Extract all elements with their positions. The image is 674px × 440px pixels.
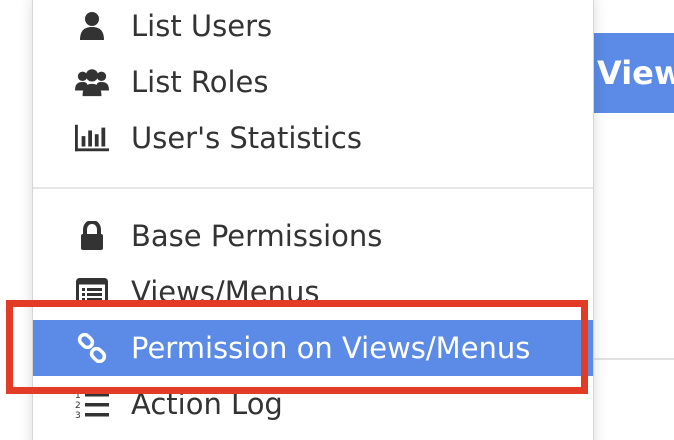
- menu-item-list-users[interactable]: List Users: [33, 0, 593, 54]
- menu-item-base-permissions[interactable]: Base Permissions: [33, 208, 593, 264]
- menu-item-label: Permission on Views/Menus: [131, 331, 531, 365]
- view-button-label: View: [597, 54, 674, 92]
- menu-item-users-statistics[interactable]: User's Statistics: [33, 110, 593, 166]
- security-dropdown-menu: List Users List Roles User's Statistics …: [32, 0, 594, 440]
- view-button[interactable]: View: [585, 33, 674, 113]
- svg-text:3: 3: [75, 411, 81, 419]
- menu-item-views-menus[interactable]: Views/Menus: [33, 264, 593, 320]
- ordered-list-icon: 1 2 3: [75, 387, 109, 421]
- user-icon: [75, 9, 109, 43]
- link-icon: [75, 331, 109, 365]
- menu-item-label: List Roles: [131, 65, 269, 99]
- svg-text:2: 2: [75, 401, 81, 411]
- menu-item-label: Action Log: [131, 387, 283, 421]
- group-icon: [75, 65, 109, 99]
- bar-chart-icon: [75, 121, 109, 155]
- menu-item-label: List Users: [131, 9, 273, 43]
- menu-item-label: Base Permissions: [131, 219, 383, 253]
- menu-item-list-roles[interactable]: List Roles: [33, 54, 593, 110]
- page: View List Users List Roles User's Statis…: [0, 0, 674, 440]
- background-divider: [585, 358, 674, 360]
- svg-text:1: 1: [75, 391, 81, 401]
- menu-divider: [33, 187, 593, 189]
- list-alt-icon: [75, 275, 109, 309]
- lock-icon: [75, 219, 109, 253]
- menu-item-label: User's Statistics: [131, 121, 362, 155]
- menu-item-action-log[interactable]: 1 2 3 Action Log: [33, 376, 593, 432]
- menu-item-permission-on-views-menus[interactable]: Permission on Views/Menus: [33, 320, 593, 376]
- menu-item-label: Views/Menus: [131, 275, 320, 309]
